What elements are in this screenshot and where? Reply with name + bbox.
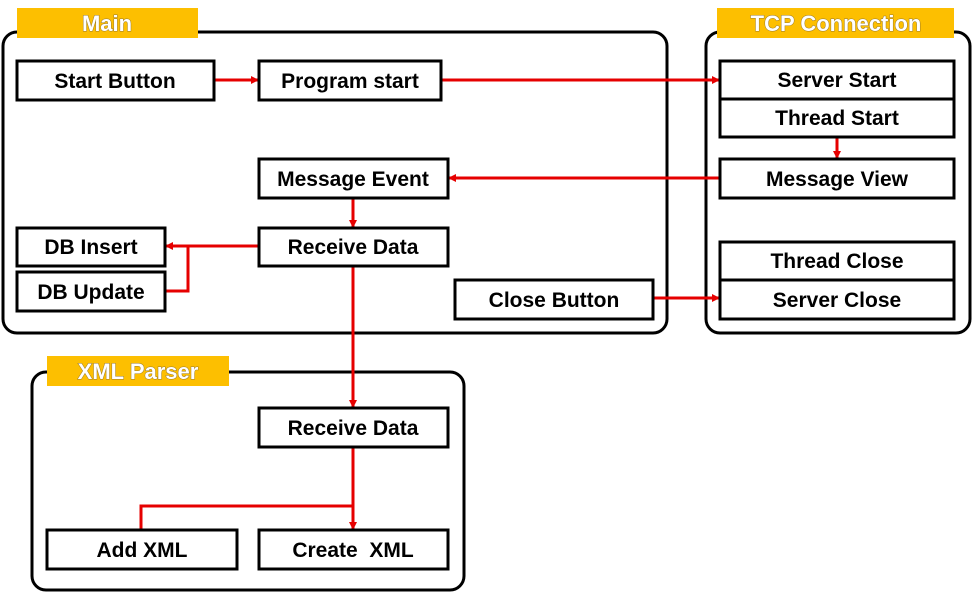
node-label: Create XML <box>292 539 414 562</box>
node-label: DB Update <box>37 281 144 304</box>
node-label: Receive Data <box>288 236 419 259</box>
node-thread-start: Thread Start <box>718 97 956 139</box>
node-message-view: Message View <box>718 157 956 200</box>
node-server-close: Server Close <box>718 278 956 321</box>
node-label: Close Button <box>489 289 620 312</box>
node-program-start: Program start <box>257 59 443 102</box>
node-db-update: DB Update <box>15 270 167 313</box>
node-create-xml: Create XML <box>257 528 450 571</box>
node-label: Server Close <box>773 289 901 312</box>
node-label: Add XML <box>97 539 188 562</box>
group-xml-label: XML Parser <box>78 359 199 384</box>
node-label: Program start <box>281 70 419 93</box>
group-tcp-label: TCP Connection <box>751 11 922 36</box>
node-receive-data-xml: Receive Data <box>257 406 450 449</box>
node-close-button: Close Button <box>453 278 655 321</box>
node-label: Message Event <box>277 168 429 191</box>
node-label: Thread Close <box>770 250 903 273</box>
node-label: DB Insert <box>44 236 137 259</box>
node-label: Server Start <box>777 69 896 92</box>
node-label: Start Button <box>54 70 175 93</box>
node-add-xml: Add XML <box>45 528 239 571</box>
node-start-button: Start Button <box>15 59 216 102</box>
node-label: Message View <box>766 168 909 191</box>
node-receive-data-main: Receive Data <box>257 226 450 268</box>
node-label: Receive Data <box>288 417 419 440</box>
node-label: Thread Start <box>775 107 899 130</box>
node-message-event: Message Event <box>257 157 450 200</box>
node-server-start: Server Start <box>718 59 956 101</box>
flow-diagram: Main TCP Connection XML Parser Start But… <box>1 8 972 592</box>
node-thread-close: Thread Close <box>718 240 956 282</box>
node-db-insert: DB Insert <box>15 226 167 268</box>
group-main-label: Main <box>82 11 132 36</box>
